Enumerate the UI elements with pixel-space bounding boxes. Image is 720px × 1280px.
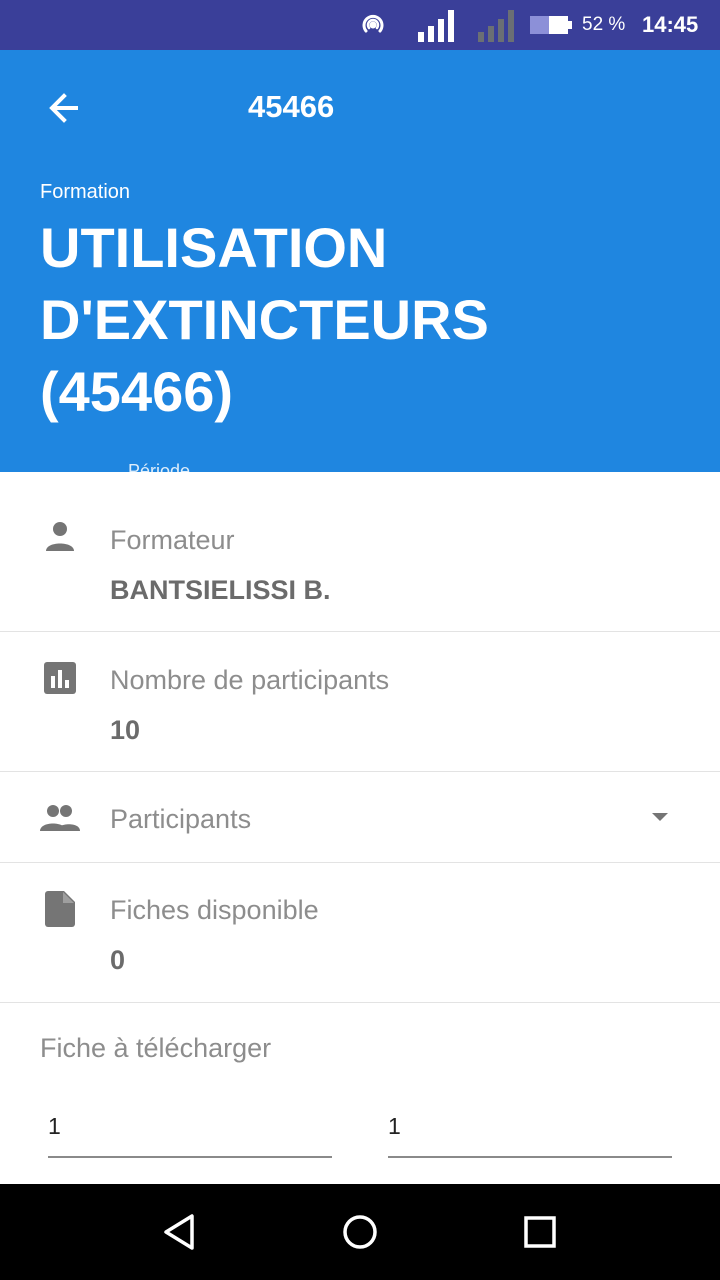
group-icon [40, 798, 80, 838]
back-button[interactable] [40, 84, 88, 132]
nombre-participants-value: 10 [110, 715, 141, 745]
fiches-disponible-label: Fiches disponible [110, 895, 319, 925]
hotspot-icon [362, 14, 384, 33]
navigation-bar [0, 1184, 720, 1280]
fiche-telecharger-title: Fiche à télécharger [40, 1033, 272, 1063]
nav-home-icon [343, 1215, 377, 1249]
person-icon [40, 516, 80, 556]
periode-label-clipped: Période [128, 461, 191, 472]
formateur-value: BANTSIELISSI B. [110, 575, 331, 605]
nav-recent-icon [524, 1216, 556, 1248]
fiches-disponible-row: Fiches disponible 0 [0, 863, 720, 1003]
header-subtitle: Formation [40, 181, 131, 203]
page-title: UTILISATION D'EXTINCTEURS (45466) [40, 216, 489, 423]
fiche-field-1[interactable]: 1 [48, 1100, 332, 1158]
formateur-row: Formateur BANTSIELISSI B. [0, 472, 720, 632]
signal-icon [418, 10, 454, 42]
dropdown-arrow-icon[interactable] [648, 807, 672, 827]
fiche-field-2-value: 1 [388, 1113, 401, 1139]
nav-home-button[interactable] [336, 1208, 384, 1256]
fiches-disponible-value: 0 [110, 945, 126, 975]
participants-row[interactable]: Participants [0, 772, 720, 863]
participants-label: Participants [110, 804, 252, 834]
nav-back-button[interactable] [156, 1208, 204, 1256]
clock: 14:45 [642, 12, 699, 37]
toolbar-title: 45466 [248, 89, 335, 124]
nav-recent-button[interactable] [516, 1208, 564, 1256]
nombre-participants-row: Nombre de participants 10 [0, 632, 720, 772]
fiche-field-1-value: 1 [48, 1113, 61, 1139]
formateur-label: Formateur [110, 525, 235, 555]
nombre-participants-label: Nombre de participants [110, 665, 390, 695]
header: 45466 Formation UTILISATION D'EXTINCTEUR… [0, 50, 720, 472]
battery-percent: 52 % [582, 14, 626, 35]
fiche-field-2[interactable]: 1 [388, 1100, 672, 1158]
battery-icon [530, 16, 572, 34]
signal-weak-icon [478, 10, 514, 42]
nav-back-icon [164, 1214, 194, 1250]
status-bar: 52 % 14:45 [0, 0, 720, 50]
arrow-left-icon [49, 93, 78, 123]
bar-chart-icon [40, 658, 80, 698]
file-icon [40, 889, 80, 929]
